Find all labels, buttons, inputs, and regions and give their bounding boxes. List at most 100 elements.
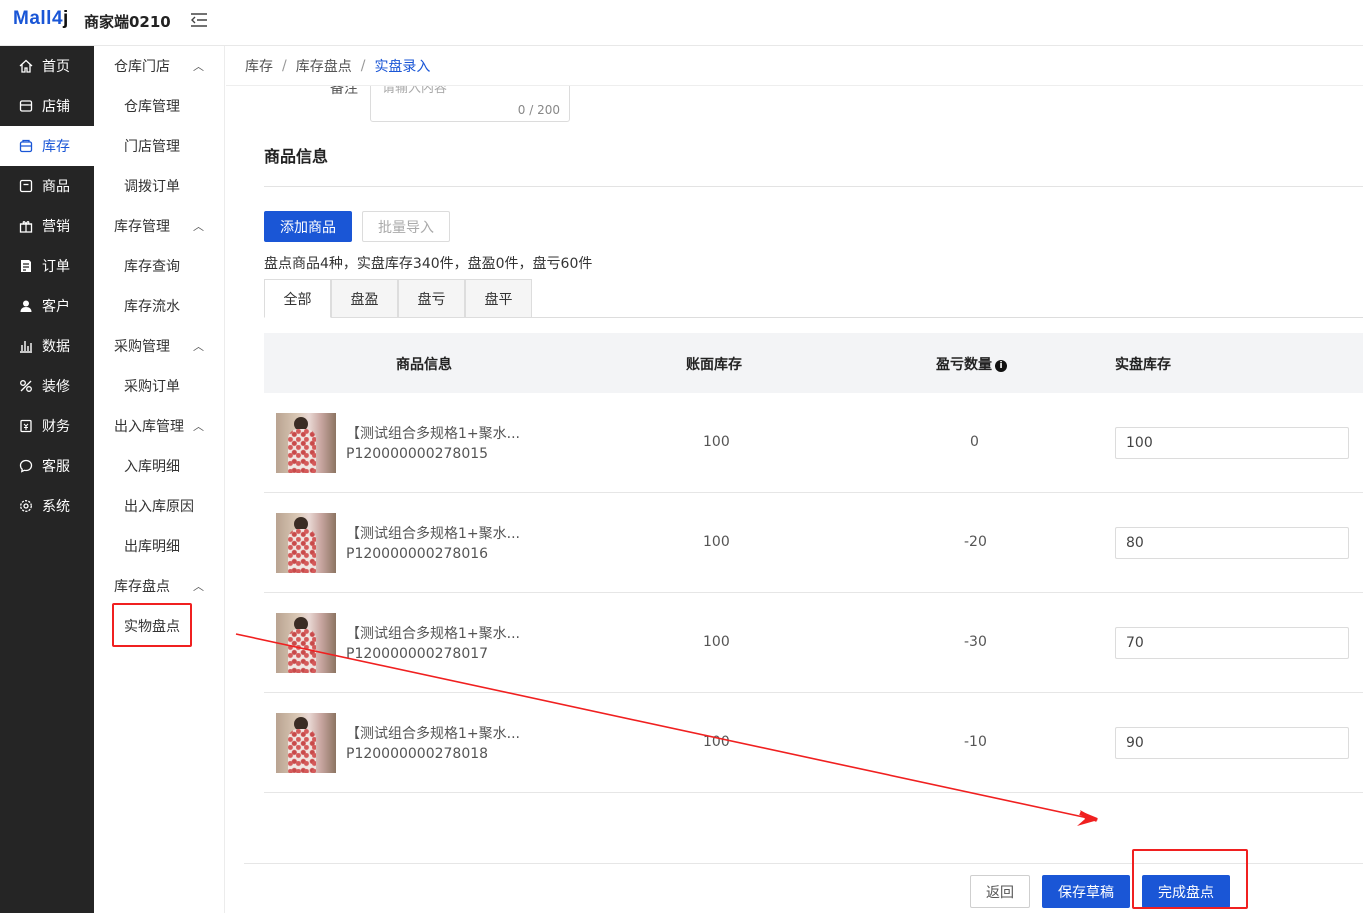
tab-balanced[interactable]: 盘平: [465, 279, 532, 318]
product-thumbnail: [276, 613, 336, 673]
sidebar-item-label: 商品: [42, 179, 70, 195]
breadcrumb: 库存 / 库存盘点 / 实盘录入: [226, 46, 1363, 86]
diff-value: -20: [964, 534, 987, 550]
breadcrumb-current: 实盘录入: [374, 58, 431, 75]
user-icon: [18, 299, 33, 314]
submenu-group-stock[interactable]: 库存管理 ︿: [94, 206, 224, 246]
submenu-item-out-detail[interactable]: 出库明细: [94, 526, 224, 566]
breadcrumb-separator: /: [360, 57, 366, 74]
actual-stock-input[interactable]: 80: [1115, 527, 1349, 559]
logo[interactable]: Mall4j: [13, 8, 69, 30]
gift-icon: [18, 219, 33, 234]
sidebar-item-label: 首页: [42, 59, 70, 75]
info-icon[interactable]: i: [995, 360, 1007, 372]
save-draft-button[interactable]: 保存草稿: [1042, 875, 1130, 908]
batch-import-button[interactable]: 批量导入: [362, 211, 450, 242]
sidebar-item-product[interactable]: 商品: [0, 166, 94, 206]
submenu-group-inout[interactable]: 出入库管理 ︿: [94, 406, 224, 446]
sub-menu: 仓库门店 ︿ 仓库管理 门店管理 调拨订单 库存管理 ︿ 库存查询 库存流水 采购管…: [94, 46, 225, 913]
submenu-item-stock-flow[interactable]: 库存流水: [94, 286, 224, 326]
tab-loss[interactable]: 盘亏: [398, 279, 465, 318]
sidebar-item-customer[interactable]: 客户: [0, 286, 94, 326]
breadcrumb-item[interactable]: 库存盘点: [296, 56, 352, 76]
check-summary: 盘点商品4种，实盘库存340件，盘盈0件，盘亏60件: [264, 256, 593, 272]
sidebar-item-data[interactable]: 数据: [0, 326, 94, 366]
sidebar-item-decorate[interactable]: 装修: [0, 366, 94, 406]
actual-stock-input[interactable]: 90: [1115, 727, 1349, 759]
book-stock-value: 100: [703, 634, 730, 650]
settings-icon: [18, 499, 33, 514]
sidebar-item-label: 系统: [42, 499, 70, 515]
chevron-up-icon: ︿: [193, 340, 204, 353]
sidebar-item-inventory[interactable]: 库存: [0, 126, 94, 166]
actual-stock-input[interactable]: 70: [1115, 627, 1349, 659]
product-name: 【测试组合多规格1+聚水...: [346, 626, 520, 642]
tab-surplus[interactable]: 盘盈: [331, 279, 398, 318]
sidebar-item-label: 客户: [42, 299, 70, 315]
sidebar-item-label: 装修: [42, 379, 70, 395]
sidebar-item-store[interactable]: 店铺: [0, 86, 94, 126]
decorate-icon: [18, 379, 33, 394]
product-icon: [18, 179, 33, 194]
submenu-item-inout-reason[interactable]: 出入库原因: [94, 486, 224, 526]
book-stock-value: 100: [703, 534, 730, 550]
product-code: P120000000278016: [346, 546, 489, 562]
sidebar-item-label: 数据: [42, 339, 70, 355]
actual-stock-input[interactable]: 100: [1115, 427, 1349, 459]
tab-all[interactable]: 全部: [264, 279, 331, 318]
remark-label: 备注: [330, 86, 358, 97]
top-bar: Mall4j 商家端0210: [0, 0, 1363, 46]
product-name: 【测试组合多规格1+聚水...: [346, 426, 520, 442]
menu-collapse-icon[interactable]: [190, 12, 208, 28]
submenu-item-store-mgmt[interactable]: 门店管理: [94, 126, 224, 166]
product-name: 【测试组合多规格1+聚水...: [346, 726, 520, 742]
product-code: P120000000278018: [346, 746, 489, 762]
finance-icon: [18, 419, 33, 434]
order-icon: [18, 259, 33, 274]
column-header-book-stock: 账面库存: [686, 357, 742, 373]
sidebar-item-label: 库存: [42, 139, 70, 155]
section-title: 商品信息: [264, 147, 329, 166]
breadcrumb-separator: /: [282, 57, 287, 74]
table-row: 【测试组合多规格1+聚水... P120000000278018 100 -10…: [264, 693, 1363, 793]
main-sidebar: 首页 店铺 库存 商品 营销 订单 客户 数据 装修 财务 客服 系统: [0, 46, 94, 913]
back-button[interactable]: 返回: [970, 875, 1030, 908]
product-code: P120000000278015: [346, 446, 489, 462]
sidebar-item-label: 订单: [42, 259, 70, 275]
column-header-actual: 实盘库存: [1115, 357, 1171, 373]
chevron-up-icon: ︿: [193, 580, 204, 593]
product-thumbnail: [276, 713, 336, 773]
sidebar-item-system[interactable]: 系统: [0, 486, 94, 526]
chevron-up-icon: ︿: [193, 60, 204, 73]
sidebar-item-label: 客服: [42, 459, 70, 475]
submenu-item-warehouse-mgmt[interactable]: 仓库管理: [94, 86, 224, 126]
home-icon: [18, 59, 33, 74]
submenu-item-transfer-order[interactable]: 调拨订单: [94, 166, 224, 206]
sidebar-item-marketing[interactable]: 营销: [0, 206, 94, 246]
sidebar-item-finance[interactable]: 财务: [0, 406, 94, 446]
sidebar-item-home[interactable]: 首页: [0, 46, 94, 86]
store-icon: [18, 99, 33, 114]
chart-icon: [18, 339, 33, 354]
remark-textarea[interactable]: 请输入内容 0 / 200: [370, 86, 570, 122]
submenu-item-purchase-order[interactable]: 采购订单: [94, 366, 224, 406]
product-name: 【测试组合多规格1+聚水...: [346, 526, 520, 542]
sidebar-item-order[interactable]: 订单: [0, 246, 94, 286]
product-thumbnail: [276, 413, 336, 473]
breadcrumb-item[interactable]: 库存: [245, 56, 273, 76]
remark-placeholder: 请输入内容: [382, 86, 448, 96]
submenu-group-purchase[interactable]: 采购管理 ︿: [94, 326, 224, 366]
submenu-item-in-detail[interactable]: 入库明细: [94, 446, 224, 486]
table-header: 商品信息 账面库存 盈亏数量 i 实盘库存: [264, 333, 1363, 393]
product-thumbnail: [276, 513, 336, 573]
sidebar-item-service[interactable]: 客服: [0, 446, 94, 486]
diff-value: 0: [970, 434, 979, 450]
submenu-item-stock-query[interactable]: 库存查询: [94, 246, 224, 286]
submenu-group-warehouse[interactable]: 仓库门店 ︿: [94, 46, 224, 86]
inventory-icon: [18, 139, 33, 154]
chat-icon: [18, 459, 33, 474]
add-product-button[interactable]: 添加商品: [264, 211, 352, 242]
annotation-highlight-box: [1132, 849, 1248, 909]
book-stock-value: 100: [703, 734, 730, 750]
submenu-group-check[interactable]: 库存盘点 ︿: [94, 566, 224, 606]
